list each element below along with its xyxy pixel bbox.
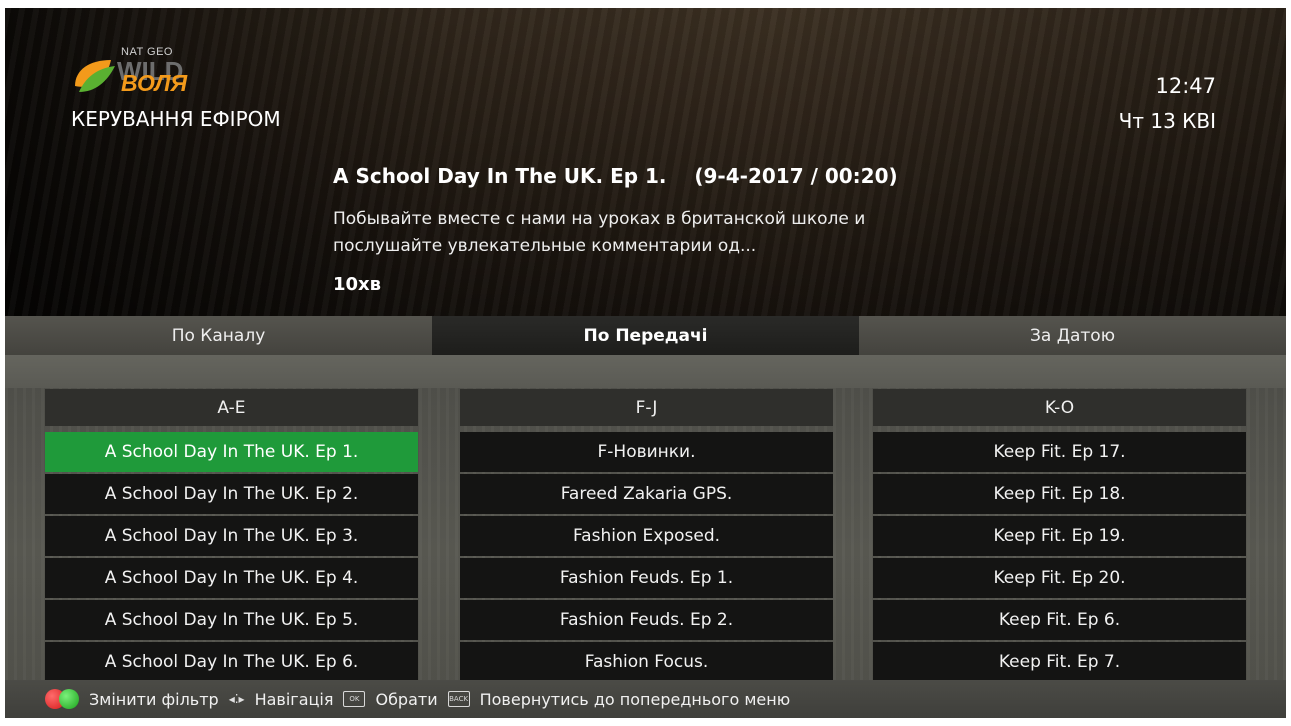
ok-key-icon: OK: [343, 691, 366, 707]
column-header[interactable]: F-J: [460, 389, 833, 426]
list-item[interactable]: Keep Fit. Ep 18.: [873, 474, 1246, 514]
green-button-icon: [59, 689, 79, 709]
column-a-e: A-E A School Day In The UK. Ep 1. A Scho…: [45, 389, 418, 682]
list-item[interactable]: A School Day In The UK. Ep 5.: [45, 600, 418, 640]
list-item[interactable]: Fashion Feuds. Ep 1.: [460, 558, 833, 598]
list-item[interactable]: A School Day In The UK. Ep 1.: [45, 432, 418, 472]
channel-logo: NAT GEO WILD ВОЛЯ: [71, 46, 231, 96]
hint-bar: Змінити фільтр ◂⁚▸ Навігація OK Обрати B…: [5, 680, 1286, 718]
divider-strip: [5, 355, 1286, 388]
tab-by-program[interactable]: По Передачі: [432, 316, 859, 355]
list-item[interactable]: Keep Fit. Ep 19.: [873, 516, 1246, 556]
program-title: A School Day In The UK. Ep 1. (9-4-2017 …: [333, 164, 898, 188]
page-title: КЕРУВАННЯ ЕФІРОМ: [71, 107, 281, 131]
list-item[interactable]: Fashion Focus.: [460, 642, 833, 682]
list-item[interactable]: Fashion Exposed.: [460, 516, 833, 556]
date: Чт 13 КВІ: [1118, 109, 1216, 133]
navigation-arrows-icon: ◂⁚▸: [228, 692, 245, 706]
tab-by-date[interactable]: За Датою: [859, 316, 1286, 355]
list-item[interactable]: Keep Fit. Ep 7.: [873, 642, 1246, 682]
column-k-o: K-O Keep Fit. Ep 17. Keep Fit. Ep 18. Ke…: [873, 389, 1246, 682]
filter-hint-label: Змінити фільтр: [89, 689, 219, 709]
list-item[interactable]: Keep Fit. Ep 17.: [873, 432, 1246, 472]
leaf-logo-icon: [75, 60, 115, 92]
program-description: Побывайте вместе с нами на уроках в брит…: [333, 209, 866, 256]
column-f-j: F-J F-Новинки. Fareed Zakaria GPS. Fashi…: [460, 389, 833, 682]
select-hint-label: Обрати: [375, 689, 438, 709]
list-item[interactable]: A School Day In The UK. Ep 4.: [45, 558, 418, 598]
list-item[interactable]: A School Day In The UK. Ep 3.: [45, 516, 418, 556]
tab-by-channel[interactable]: По Каналу: [5, 316, 432, 355]
list-item[interactable]: Fareed Zakaria GPS.: [460, 474, 833, 514]
column-header[interactable]: K-O: [873, 389, 1246, 426]
program-duration: 10хв: [333, 274, 382, 295]
tv-screen: NAT GEO WILD ВОЛЯ КЕРУВАННЯ ЕФІРОМ 12:47…: [5, 8, 1286, 718]
list-item[interactable]: Fashion Feuds. Ep 2.: [460, 600, 833, 640]
list-item[interactable]: A School Day In The UK. Ep 6.: [45, 642, 418, 682]
clock: 12:47: [1155, 74, 1216, 98]
navigation-hint-label: Навігація: [254, 689, 334, 709]
back-hint-label: Повернутись до попереднього меню: [479, 689, 791, 709]
filter-tabs: По Каналу По Передачі За Датою: [5, 316, 1286, 355]
column-header[interactable]: A-E: [45, 389, 418, 426]
back-key-icon: BACK: [447, 691, 470, 707]
list-item[interactable]: F-Новинки.: [460, 432, 833, 472]
list-item[interactable]: A School Day In The UK. Ep 2.: [45, 474, 418, 514]
list-item[interactable]: Keep Fit. Ep 20.: [873, 558, 1246, 598]
program-grid: A-E A School Day In The UK. Ep 1. A Scho…: [5, 355, 1286, 682]
list-item[interactable]: Keep Fit. Ep 6.: [873, 600, 1246, 640]
logo-brand-text: ВОЛЯ: [121, 70, 188, 96]
